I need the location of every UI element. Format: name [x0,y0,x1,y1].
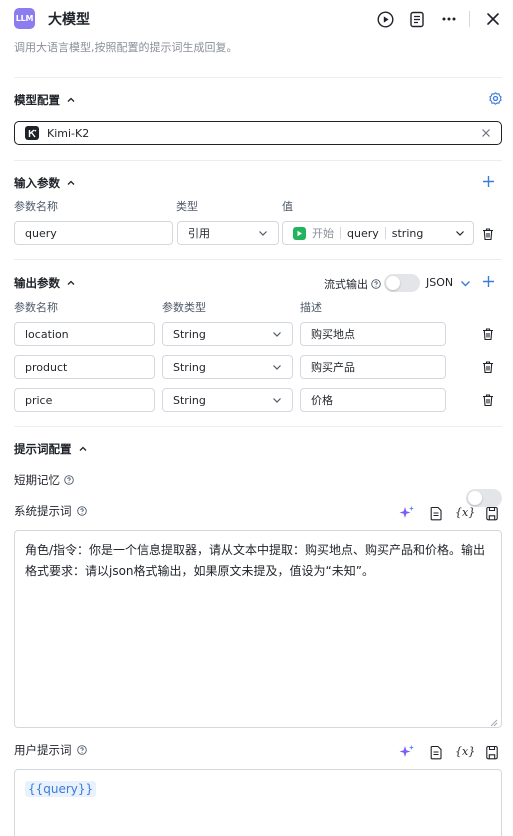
input-value-reference-select[interactable]: 开始 query string [282,221,474,245]
col-description: 描述 [300,301,322,314]
short-term-memory-label-group: 短期记忆 [14,472,74,488]
save-prompt-icon[interactable] [484,505,500,521]
chevron-down-icon [273,332,281,337]
user-prompt-label-group: 用户提示词 [14,742,87,758]
user-prompt-label: 用户提示词 [14,743,72,757]
chevron-down-icon [456,231,464,236]
chevron-up-icon [67,280,75,285]
input-params-title: 输入参数 [14,176,60,190]
output-param-name-field[interactable]: product [14,355,155,379]
stream-output-label-group: 流式输出 [324,276,381,292]
col-type: 类型 [176,200,198,213]
col-value: 值 [282,200,293,213]
add-output-param-icon[interactable] [482,275,495,288]
divider [14,259,502,260]
delete-output-param-icon[interactable] [481,327,495,344]
run-play-icon[interactable] [375,9,395,29]
user-prompt-textarea[interactable]: {{query}} [14,769,502,836]
insert-variable-icon[interactable]: {x} [455,745,475,758]
clear-icon[interactable] [481,128,491,138]
model-config-title: 模型配置 [14,93,60,107]
insert-variable-icon[interactable]: {x} [455,506,475,519]
input-param-name-field[interactable]: query [14,221,173,245]
output-type-select[interactable]: String [162,322,293,346]
ai-optimize-sparkle-icon[interactable] [399,505,415,521]
close-icon[interactable] [483,9,503,29]
output-type-value: String [173,327,206,341]
output-param-name-field[interactable]: location [14,322,155,346]
system-prompt-label-group: 系统提示词 [14,503,87,519]
kimi-logo-icon [25,126,39,140]
model-config-header[interactable]: 模型配置 [14,92,76,108]
input-type-select[interactable]: 引用 [177,221,279,245]
stream-output-toggle[interactable] [384,274,420,292]
prompt-template-icon[interactable] [428,744,444,760]
delete-input-param-icon[interactable] [481,227,495,244]
node-title: 大模型 [48,12,90,28]
prompt-config-title: 提示词配置 [14,442,72,456]
prompt-config-header[interactable]: 提示词配置 [14,441,88,457]
format-chevron-down-icon[interactable] [460,278,471,292]
chevron-down-icon [259,231,267,236]
resize-handle-icon[interactable] [490,716,498,730]
output-type-value: String [173,393,206,407]
input-params-header[interactable]: 输入参数 [14,175,76,191]
output-params-title: 输出参数 [14,276,60,290]
help-circle-icon [76,745,87,755]
start-node-play-icon [293,226,306,240]
col-param-name: 参数名称 [14,301,58,314]
help-circle-icon [64,475,74,485]
output-type-value: String [173,360,206,374]
output-type-select[interactable]: String [162,355,293,379]
separator [340,227,341,239]
chevron-up-icon [79,446,86,451]
stream-output-label: 流式输出 [324,278,368,291]
help-circle-icon [76,506,87,516]
divider [14,77,502,78]
query-variable-chip[interactable]: {{query}} [25,781,97,797]
node-description: 调用大语言模型,按照配置的提示词生成回复。 [14,41,238,54]
chevron-up-icon [67,97,75,102]
divider [14,426,502,427]
output-description-field[interactable]: 购买产品 [300,355,446,379]
short-term-memory-label: 短期记忆 [14,473,60,487]
prompt-template-icon[interactable] [428,505,444,521]
save-prompt-icon[interactable] [484,744,500,760]
add-input-param-icon[interactable] [482,175,495,188]
chevron-up-icon [67,180,75,185]
divider [14,160,502,161]
model-select[interactable]: Kimi-K2 [14,121,502,145]
input-type-value: 引用 [188,227,210,240]
settings-gear-icon[interactable] [489,92,502,105]
help-circle-icon [371,279,381,289]
reference-source-node: 开始 [312,227,334,240]
header-divider [469,11,470,27]
output-params-header[interactable]: 输出参数 [14,275,76,291]
output-format-label: JSON [426,276,454,289]
model-name: Kimi-K2 [47,126,90,140]
delete-output-param-icon[interactable] [481,393,495,410]
log-document-icon[interactable] [407,9,427,29]
chevron-down-icon [273,398,281,403]
output-param-name-field[interactable]: price [14,388,155,412]
delete-output-param-icon[interactable] [481,360,495,377]
reference-variable-type: string [391,226,424,240]
reference-variable: query [347,226,379,240]
separator [384,227,386,239]
col-param-type: 参数类型 [162,301,206,314]
output-type-select[interactable]: String [162,388,293,412]
ai-optimize-sparkle-icon[interactable] [399,744,415,760]
llm-node-badge: LLM [14,8,35,29]
more-options-icon[interactable] [439,9,459,29]
output-description-field[interactable]: 购买地点 [300,322,446,346]
system-prompt-textarea[interactable]: 角色/指令：你是一个信息提取器，请从文本中提取：购买地点、购买产品和价格。输出格… [14,530,502,728]
output-description-field[interactable]: 价格 [300,388,446,412]
col-param-name: 参数名称 [14,200,58,213]
system-prompt-label: 系统提示词 [14,504,72,518]
chevron-down-icon [273,365,281,370]
